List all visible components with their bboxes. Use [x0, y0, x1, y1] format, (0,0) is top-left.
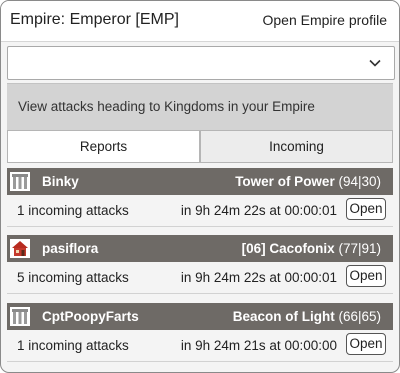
incoming-count: 1 incoming attacks — [17, 203, 129, 218]
tab-reports[interactable]: Reports — [7, 130, 200, 163]
kingdom-name: Beacon of Light — [232, 309, 335, 324]
chevron-down-icon — [369, 59, 381, 67]
kingdom-coords: (77|91) — [338, 241, 381, 256]
kingdom-link[interactable]: Beacon of Light (66|65) — [233, 309, 381, 324]
panel-header: Empire: Emperor [EMP] Open Empire profil… — [1, 1, 399, 42]
info-panel: View attacks heading to Kingdoms in your… — [7, 83, 393, 130]
empire-attacks-panel: Empire: Emperor [EMP] Open Empire profil… — [0, 0, 400, 373]
open-button[interactable]: Open — [346, 265, 386, 287]
tab-incoming[interactable]: Incoming — [200, 130, 393, 163]
player-name[interactable]: pasiflora — [42, 241, 98, 256]
kingdom-select[interactable] — [7, 46, 395, 80]
open-empire-profile-link[interactable]: Open Empire profile — [262, 12, 387, 28]
player-name[interactable]: CptPoopyFarts — [42, 309, 139, 324]
arrival-time: in 9h 24m 22s at 00:00:01 — [180, 203, 337, 218]
kingdom-link[interactable]: [06] Cacofonix (77|91) — [242, 241, 381, 256]
incoming-row: 1 incoming attacks in 9h 24m 21s at 00:0… — [7, 330, 393, 362]
empire-title: Empire: Emperor [EMP] — [10, 11, 179, 28]
castle-gate-icon — [10, 172, 30, 191]
arrival-time: in 9h 24m 21s at 00:00:00 — [180, 338, 337, 353]
kingdom-coords: (66|65) — [338, 309, 381, 324]
kingdom-name: [06] Cacofonix — [241, 241, 335, 256]
tab-bar: Reports Incoming — [7, 130, 393, 163]
kingdom-group-header: Binky Tower of Power (94|30) — [7, 168, 393, 195]
incoming-row: 1 incoming attacks in 9h 24m 22s at 00:0… — [7, 195, 393, 227]
kingdom-link[interactable]: Tower of Power (94|30) — [235, 174, 381, 189]
incoming-count: 1 incoming attacks — [17, 338, 129, 353]
arrival-time: in 9h 24m 22s at 00:00:01 — [180, 270, 337, 285]
castle-gate-icon — [10, 307, 30, 326]
player-name[interactable]: Binky — [42, 174, 79, 189]
kingdom-coords: (94|30) — [338, 174, 381, 189]
red-house-icon — [10, 239, 30, 258]
open-button[interactable]: Open — [346, 198, 386, 220]
kingdom-name: Tower of Power — [235, 174, 335, 189]
kingdom-group-header: CptPoopyFarts Beacon of Light (66|65) — [7, 303, 393, 330]
incoming-count: 5 incoming attacks — [17, 270, 129, 285]
open-button[interactable]: Open — [346, 333, 386, 355]
incoming-row: 5 incoming attacks in 9h 24m 22s at 00:0… — [7, 262, 393, 294]
kingdom-group-header: pasiflora [06] Cacofonix (77|91) — [7, 235, 393, 262]
info-text: View attacks heading to Kingdoms in your… — [18, 99, 315, 114]
